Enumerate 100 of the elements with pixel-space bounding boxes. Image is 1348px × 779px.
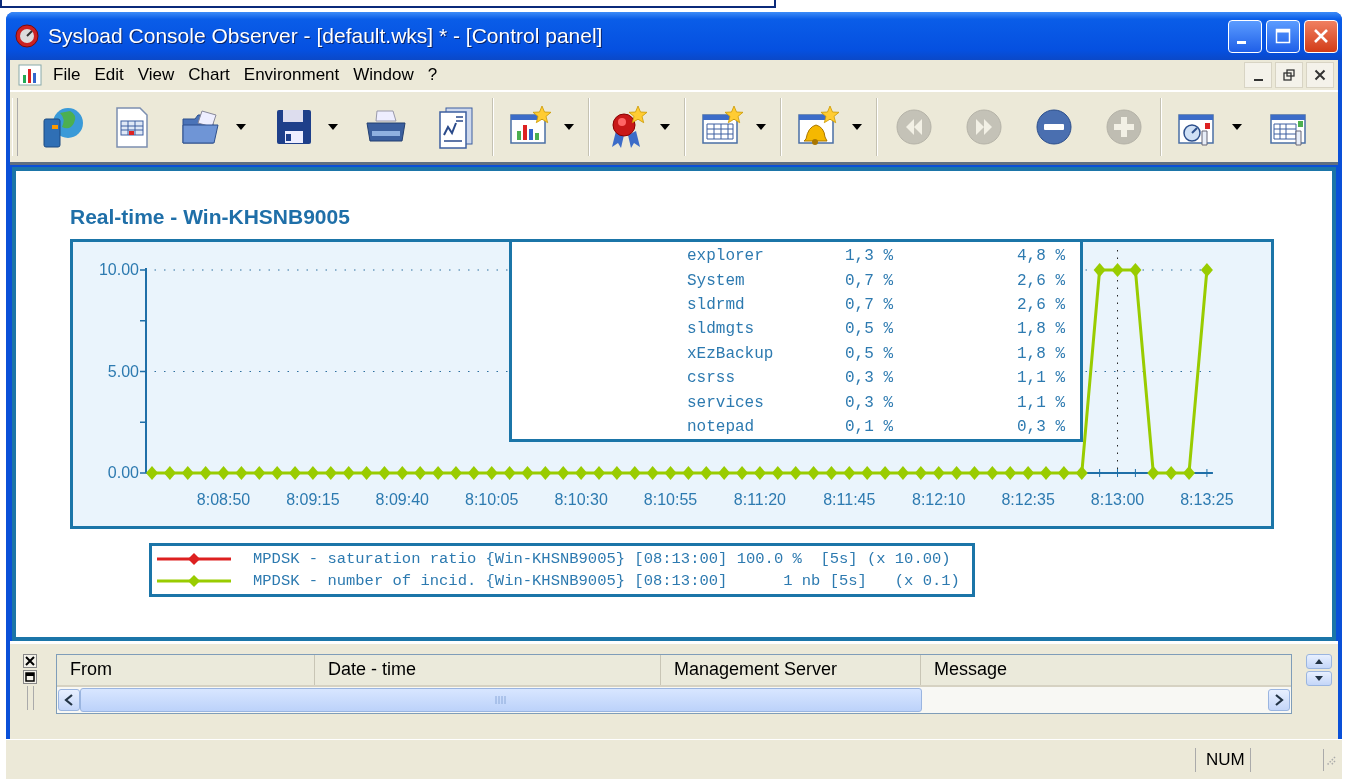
- data-point: [807, 466, 820, 480]
- y-axis-label: 0.00: [107, 464, 139, 481]
- data-point: [396, 466, 409, 480]
- data-point: [593, 466, 605, 480]
- column-header[interactable]: Message: [921, 655, 1291, 685]
- data-point: [235, 466, 248, 480]
- table-cell-text: 4,8 %: [1016, 247, 1065, 266]
- menu-item[interactable]: File: [46, 65, 88, 85]
- data-point: [914, 466, 927, 480]
- data-point: [306, 466, 319, 480]
- data-point: [289, 466, 302, 480]
- x-axis-label: 8:09:15: [286, 491, 340, 508]
- x-axis-label: 8:09:40: [375, 491, 429, 508]
- close-icon: [25, 656, 35, 666]
- table-cell-text: 0,7 %: [845, 295, 894, 314]
- close-icon: [1313, 28, 1329, 44]
- globe-server-icon: [40, 105, 84, 149]
- process-name: services: [687, 393, 765, 412]
- table-cell-text: 1,8 %: [1016, 344, 1065, 363]
- scroll-up-button[interactable]: [1306, 654, 1332, 669]
- window-title: Sysload Console Observer - [default.wks] * - [Control panel]: [48, 24, 604, 48]
- data-point: [753, 466, 766, 480]
- data-point: [146, 466, 158, 480]
- data-point: [646, 466, 659, 480]
- toolbar-grip: [12, 98, 18, 156]
- grip-icon: [495, 696, 507, 704]
- caret-down-icon: [1315, 676, 1323, 681]
- table-cell-text: 1,1 %: [1016, 369, 1065, 388]
- data-point: [360, 466, 373, 480]
- column-header[interactable]: Management Server: [661, 655, 921, 685]
- process-name: xEzBackup: [687, 344, 775, 363]
- data-point: [378, 466, 391, 480]
- process-name: System: [687, 271, 746, 290]
- data-point: [449, 466, 462, 480]
- data-point: [1022, 466, 1035, 480]
- caret-icon: [328, 124, 338, 130]
- table-cell-text: 1,1 %: [1016, 393, 1065, 412]
- data-point: [1040, 466, 1052, 480]
- chart-title: Real-time - Win-KHSNB9005: [70, 205, 350, 229]
- data-point: [414, 466, 427, 480]
- data-point: [503, 466, 516, 480]
- column-header[interactable]: From: [57, 655, 315, 685]
- process-name: csrss: [687, 369, 736, 388]
- data-point: [485, 466, 498, 480]
- data-point: [932, 466, 945, 480]
- caret-icon: [660, 124, 670, 130]
- legend-text: MPDSK - saturation ratio {Win-KHSNB9005} [08:13:00] 100.0 % [5s] (x 10.00): [253, 550, 951, 568]
- menu-item[interactable]: Chart: [181, 65, 237, 85]
- x-axis-label: 8:12:10: [912, 491, 966, 508]
- column-header[interactable]: Date - time: [315, 655, 661, 685]
- table-cell-text: 0,7 %: [845, 271, 894, 290]
- minimize-button[interactable]: [1244, 62, 1272, 88]
- caret-icon: [756, 124, 766, 130]
- panel-grip: [26, 686, 34, 710]
- table-cell-text: 0,3 %: [845, 369, 894, 388]
- data-point: [700, 466, 713, 480]
- table-cell-text: 2,6 %: [1016, 271, 1065, 290]
- data-point: [843, 466, 856, 480]
- x-axis-label: 8:10:05: [465, 491, 519, 508]
- maximize-button[interactable]: [1266, 19, 1300, 53]
- x-axis-label: 8:11:45: [823, 491, 876, 508]
- table-cell-text: 0,3 %: [1016, 417, 1065, 436]
- data-point: [968, 466, 981, 480]
- table-cell-text: 0,5 %: [845, 320, 894, 339]
- menu-item[interactable]: Edit: [87, 65, 131, 85]
- data-point: [1057, 466, 1070, 480]
- table-cell-text: 0,5 %: [845, 344, 894, 363]
- data-point: [163, 466, 176, 480]
- data-point: [521, 466, 534, 480]
- restore-button[interactable]: [1275, 62, 1303, 88]
- scrollbar-thumb[interactable]: [80, 688, 922, 712]
- data-point: [181, 466, 194, 480]
- float-button[interactable]: [23, 670, 37, 684]
- close-button[interactable]: [23, 654, 37, 668]
- data-point: [628, 466, 641, 480]
- data-point: [861, 466, 874, 480]
- horizontal-scrollbar[interactable]: [57, 687, 1291, 713]
- data-point: [324, 466, 337, 480]
- table-cell-text: 2,6 %: [1016, 295, 1065, 314]
- data-point: [1111, 263, 1124, 277]
- scroll-right-button[interactable]: [1268, 689, 1290, 711]
- scroll-down-button[interactable]: [1306, 671, 1332, 686]
- menu-item[interactable]: Environment: [236, 65, 347, 85]
- close-icon: [1314, 69, 1326, 81]
- scroll-left-button[interactable]: [58, 689, 80, 711]
- data-point: [1004, 466, 1017, 480]
- data-point: [557, 466, 570, 480]
- data-point: [950, 466, 963, 480]
- data-point: [539, 466, 552, 480]
- menu-item[interactable]: View: [130, 65, 182, 85]
- maximize-icon: [1275, 28, 1291, 44]
- table-cell-text: 1,3 %: [845, 247, 894, 266]
- data-point: [825, 466, 838, 480]
- data-point: [896, 466, 909, 480]
- menu-item[interactable]: Window: [346, 65, 421, 85]
- x-axis-label: 8:10:30: [554, 491, 608, 508]
- data-point: [718, 466, 731, 480]
- menu-item[interactable]: ?: [420, 65, 445, 85]
- x-axis-label: 8:13:00: [1090, 491, 1145, 508]
- window-icon: [25, 672, 35, 682]
